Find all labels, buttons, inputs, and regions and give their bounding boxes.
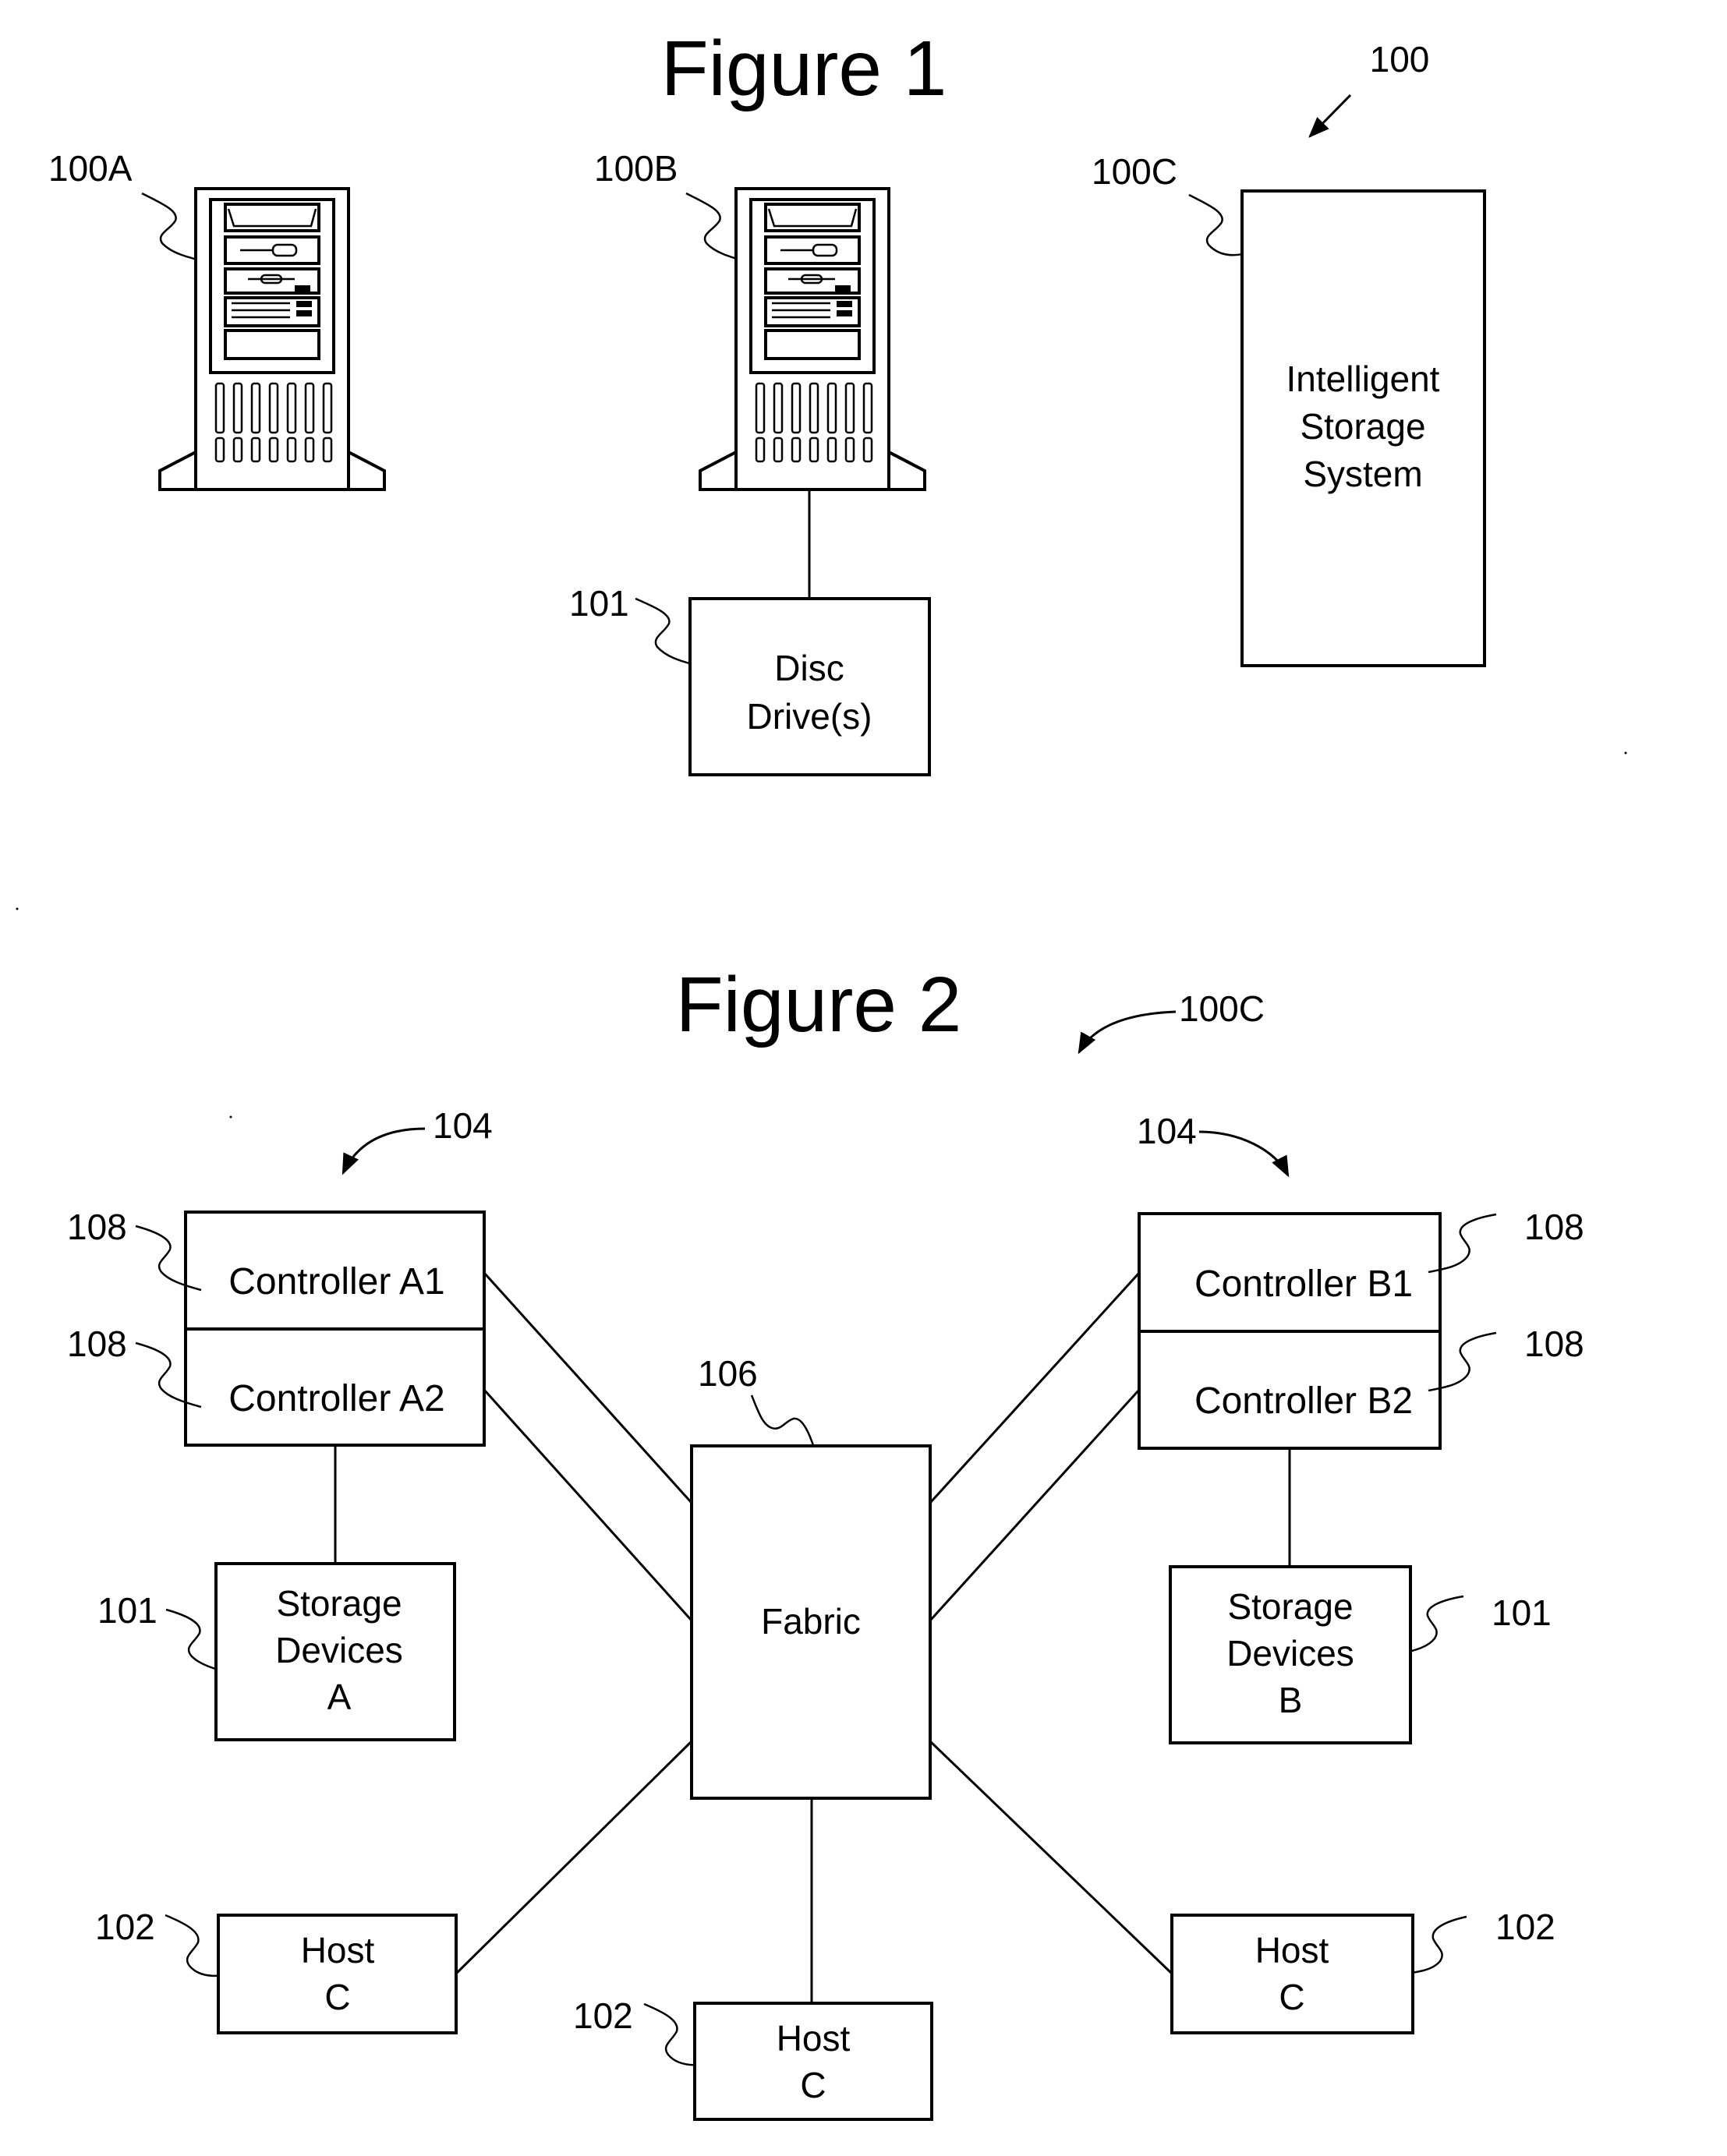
host-middle-label-line-1: Host <box>777 2018 851 2059</box>
intelligent-storage-label-line-1: Intelligent <box>1286 359 1440 399</box>
scan-speck <box>229 1115 232 1119</box>
server-b-ref: 100B <box>594 148 678 189</box>
figure-2-system-ref-arrow <box>1078 1010 1177 1055</box>
storage-b-label-line-2: Devices <box>1226 1633 1354 1674</box>
storage-devices-a: 101 Storage Devices A <box>97 1562 456 1741</box>
host-left: 102 Host C <box>95 1907 458 2034</box>
storage-b-ref: 101 <box>1492 1592 1552 1633</box>
controller-a2-ref: 108 <box>67 1324 127 1364</box>
disc-drive-ref: 101 <box>569 583 629 624</box>
server-a-ref: 100A <box>48 148 133 189</box>
storage-b-label-line-1: Storage <box>1227 1586 1353 1627</box>
system-ref-label: 100 <box>1370 39 1430 80</box>
storage-devices-b: 101 Storage Devices B <box>1169 1565 1552 1744</box>
controller-b1-label: Controller B1 <box>1194 1264 1413 1305</box>
host-left-label-line-2: C <box>324 1977 350 2017</box>
figure-1: Figure 1 100 100A 100B 101 Disc Drive(s)… <box>16 25 1627 910</box>
intelligent-storage-ref: 100C <box>1092 151 1177 192</box>
link-fabric-host-right <box>929 1740 1173 1975</box>
disc-drive-block: 101 Disc Drive(s) <box>569 583 931 776</box>
server-tower-icon: 100A <box>48 148 386 491</box>
controller-a1-label: Controller A1 <box>228 1261 444 1302</box>
figure-2-title: Figure 2 <box>676 961 962 1048</box>
storage-a-ref: 101 <box>97 1590 157 1631</box>
storage-a-label-line-3: A <box>327 1677 352 1717</box>
figure-1-title: Figure 1 <box>661 25 947 112</box>
intelligent-storage-label-line-2: Storage <box>1300 406 1425 447</box>
scan-speck <box>16 907 19 910</box>
controller-group-a: 104 108 Controller A1 108 Controller A2 … <box>67 1105 493 1741</box>
controller-group-a-ref: 104 <box>433 1105 493 1146</box>
host-middle: 102 Host C <box>573 1995 933 2121</box>
scan-speck <box>1624 751 1627 755</box>
controller-a1-ref: 108 <box>67 1207 127 1247</box>
server-tower-icon: 100B <box>594 148 926 491</box>
server-a-tower <box>158 187 386 491</box>
disc-drive-label-line-2: Drive(s) <box>747 696 872 737</box>
controller-b1-ref: 108 <box>1524 1207 1584 1247</box>
controller-b2-label: Controller B2 <box>1194 1380 1413 1422</box>
controller-group-b-arrow <box>1198 1130 1290 1178</box>
patent-drawing-sheet: Figure 1 100 100A 100B 101 Disc Drive(s)… <box>16 25 1627 2121</box>
host-right-label-line-1: Host <box>1255 1930 1329 1970</box>
intelligent-storage-label-line-3: System <box>1303 454 1422 494</box>
fabric-ref: 106 <box>698 1353 758 1394</box>
system-ref-arrow <box>1308 94 1352 138</box>
link-controller-b2-fabric <box>929 1388 1141 1622</box>
storage-a-label-line-2: Devices <box>275 1630 403 1670</box>
host-left-ref: 102 <box>95 1907 155 1947</box>
storage-a-label-line-1: Storage <box>276 1583 402 1624</box>
link-controller-a1-fabric <box>483 1271 693 1504</box>
host-middle-label-line-2: C <box>800 2065 826 2105</box>
host-right-ref: 102 <box>1495 1907 1555 1947</box>
controller-group-b: 104 108 Controller B1 108 Controller B2 … <box>1137 1111 1584 1744</box>
link-fabric-host-left <box>455 1740 693 1975</box>
controller-group-a-arrow <box>342 1127 426 1175</box>
link-controller-a2-fabric <box>483 1388 693 1622</box>
host-right: 102 Host C <box>1170 1907 1555 2034</box>
controller-b2-ref: 108 <box>1524 1324 1584 1364</box>
host-right-label-line-2: C <box>1279 1977 1304 2017</box>
controller-a2-label: Controller A2 <box>228 1378 444 1419</box>
disc-drive-label-line-1: Disc <box>774 648 844 688</box>
controller-group-b-ref: 104 <box>1137 1111 1197 1151</box>
fabric-block: 106 Fabric <box>690 1353 932 1800</box>
storage-b-label-line-3: B <box>1279 1680 1303 1720</box>
figure-2-system-ref: 100C <box>1179 988 1265 1029</box>
host-middle-ref: 102 <box>573 1995 633 2036</box>
fabric-label: Fabric <box>761 1601 861 1642</box>
figure-2: Figure 2 100C 104 108 Controller A1 108 … <box>67 961 1584 2121</box>
intelligent-storage-system-block: 100C Intelligent Storage System <box>1092 151 1486 667</box>
host-left-label-line-1: Host <box>301 1930 375 1970</box>
server-b-tower <box>699 187 926 491</box>
link-controller-b1-fabric <box>929 1271 1141 1504</box>
